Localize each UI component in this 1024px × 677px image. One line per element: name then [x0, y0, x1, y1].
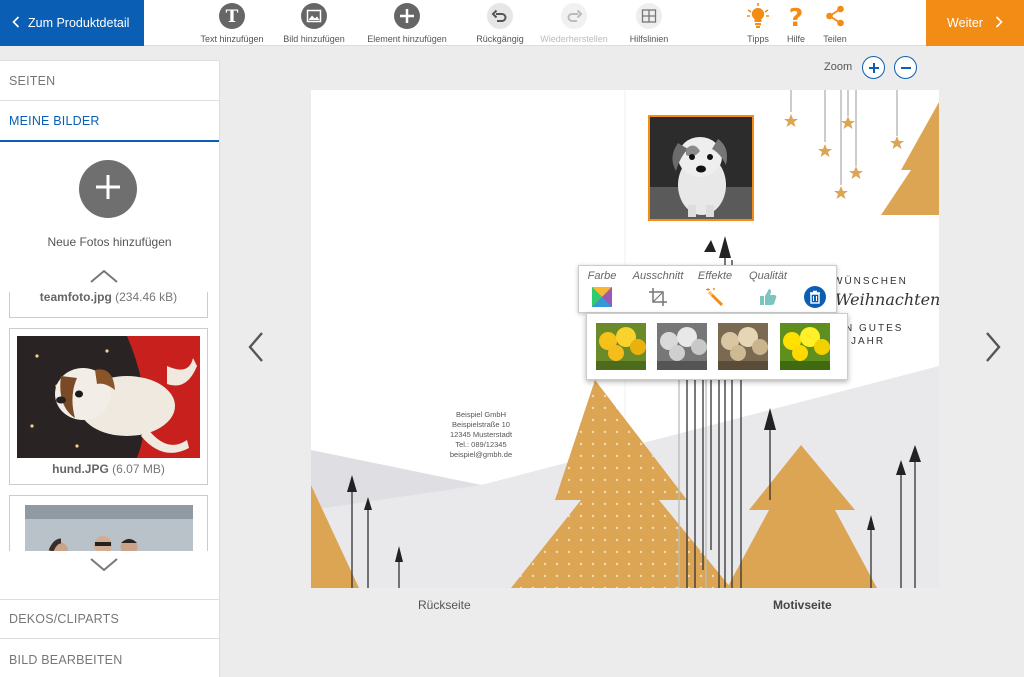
greeting-line-2[interactable]: Weihnachten: [835, 290, 939, 309]
redo-icon: [560, 2, 588, 30]
address-line: 12345 Musterstadt: [449, 430, 513, 439]
zoom-out-button[interactable]: [894, 56, 917, 79]
guides-tool[interactable]: Hilfslinien: [594, 2, 704, 46]
effect-grayscale[interactable]: [657, 323, 707, 370]
section-decos-cliparts[interactable]: DEKOS/CLIPARTS: [0, 599, 219, 639]
chevron-right-icon: [995, 15, 1003, 31]
grid-icon: [635, 2, 663, 30]
delete-image-button[interactable]: [788, 266, 842, 314]
text-icon: T: [218, 2, 246, 30]
share-icon: [821, 2, 849, 30]
next-page-button[interactable]: [982, 330, 1004, 364]
greeting-line-3[interactable]: N GUTES: [845, 323, 903, 334]
zoom-in-button[interactable]: [862, 56, 885, 79]
address-line: Tel.: 089/12345: [455, 440, 507, 449]
page-label-front[interactable]: Motivseite: [773, 598, 832, 612]
page-label-back[interactable]: Rückseite: [418, 598, 471, 612]
add-element-label: Element hinzufügen: [367, 34, 447, 44]
file-name: hund.JPG: [52, 462, 109, 476]
add-photos-label: Neue Fotos hinzufügen: [47, 235, 172, 249]
minus-icon: [900, 66, 911, 69]
next-button[interactable]: Weiter: [926, 0, 1024, 46]
back-button-label: Zum Produktdetail: [28, 16, 130, 30]
undo-icon: [486, 2, 514, 30]
file-size: (234.46 kB): [115, 292, 178, 304]
share-label: Teilen: [823, 34, 847, 44]
chevron-left-icon: [12, 15, 20, 31]
effects-option[interactable]: Effekte: [687, 266, 743, 314]
sidebar: SEITEN MEINE BILDER Neue Fotos hinzufüge…: [0, 60, 220, 677]
crop-option[interactable]: Ausschnitt: [629, 266, 687, 314]
chevron-left-icon: [248, 332, 263, 362]
section-pages[interactable]: SEITEN: [0, 61, 219, 101]
image-card-hund[interactable]: hund.JPG (6.07 MB): [9, 328, 208, 485]
effects-panel: [586, 313, 848, 380]
effect-sepia[interactable]: [718, 323, 768, 370]
top-toolbar: Zum Produktdetail T Text hinzufügen Bild…: [0, 0, 1024, 46]
address-line: Beispielstraße 10: [452, 420, 510, 429]
plus-icon: [868, 62, 879, 73]
chevron-right-icon: [986, 332, 1001, 362]
plus-icon: [93, 172, 123, 207]
color-palette-icon: [591, 286, 613, 308]
chevron-down-icon: [90, 558, 118, 572]
back-to-product-button[interactable]: Zum Produktdetail: [0, 0, 144, 46]
greeting-line-1[interactable]: WÜNSCHEN: [833, 276, 908, 287]
team-photo-thumbnail[interactable]: [25, 505, 193, 551]
trash-icon: [804, 286, 826, 308]
color-label: Farbe: [587, 270, 617, 282]
section-edit-image[interactable]: BILD BEARBEITEN: [0, 640, 219, 677]
share-tool[interactable]: Teilen: [780, 2, 890, 46]
scroll-up-button[interactable]: [88, 266, 120, 286]
address-line: Beispiel GmbH: [455, 410, 507, 419]
dog-photo-grayscale: [650, 117, 752, 219]
quality-label: Qualität: [749, 270, 787, 282]
zoom-label: Zoom: [824, 61, 853, 73]
plus-icon: [393, 2, 421, 30]
prev-page-button[interactable]: [245, 330, 267, 364]
effects-label: Effekte: [697, 270, 733, 282]
scroll-down-button[interactable]: [88, 555, 120, 575]
image-card-team[interactable]: [9, 495, 208, 551]
file-label: teamfoto.jpg (234.46 kB): [10, 292, 207, 304]
selected-photo-frame[interactable]: [648, 115, 754, 221]
add-image-label: Bild hinzufügen: [283, 34, 345, 44]
svg-text:T: T: [226, 7, 239, 27]
address-block[interactable]: Beispiel GmbH Beispielstraße 10 12345 Mu…: [431, 410, 531, 460]
add-photos-button[interactable]: [79, 160, 137, 218]
thumbs-up-icon: [757, 286, 779, 308]
effect-vivid[interactable]: [780, 323, 830, 370]
crop-icon: [647, 286, 669, 308]
dog-photo-thumbnail[interactable]: [17, 336, 200, 458]
magic-wand-icon: [704, 286, 726, 308]
guides-label: Hilfslinien: [629, 34, 669, 44]
address-line: beispiel@gmbh.de: [449, 450, 513, 459]
image-icon: [300, 2, 328, 30]
image-edit-toolbar: Farbe Ausschnitt Effekte Qualität: [578, 265, 837, 313]
file-name: teamfoto.jpg: [39, 292, 112, 304]
next-button-label: Weiter: [947, 16, 983, 30]
file-size: (6.07 MB): [112, 462, 165, 476]
image-list[interactable]: teamfoto.jpg (234.46 kB) hund.JPG (6.07 …: [0, 292, 219, 551]
add-text-label: Text hinzufügen: [200, 34, 264, 44]
greeting-line-4[interactable]: JAHR: [851, 336, 885, 347]
effect-original[interactable]: [596, 323, 646, 370]
color-option[interactable]: Farbe: [574, 266, 630, 314]
chevron-up-icon: [90, 269, 118, 283]
section-my-images[interactable]: MEINE BILDER: [0, 102, 219, 142]
image-card-teamfoto[interactable]: teamfoto.jpg (234.46 kB): [9, 292, 208, 318]
undo-label: Rückgängig: [476, 34, 524, 44]
crop-label: Ausschnitt: [632, 270, 684, 282]
file-label: hund.JPG (6.07 MB): [10, 462, 207, 476]
